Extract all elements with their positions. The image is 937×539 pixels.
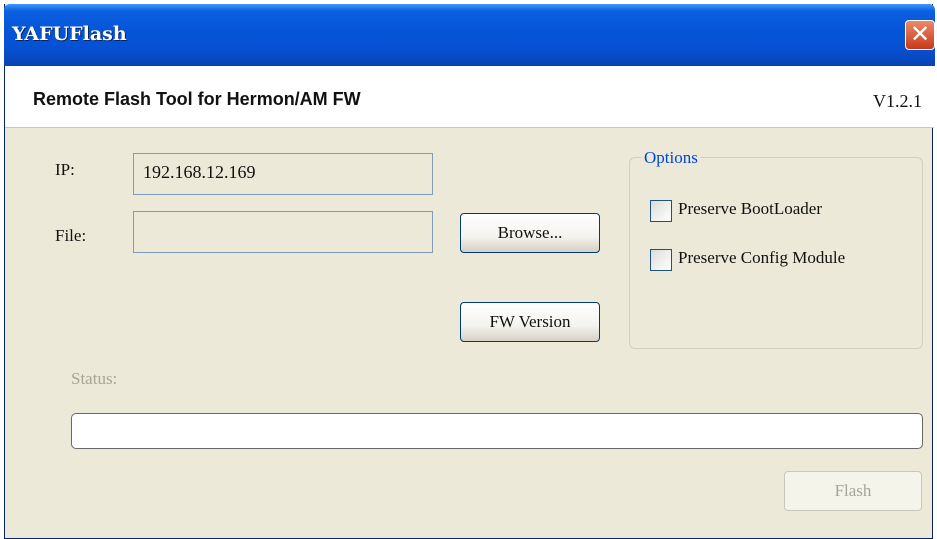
close-icon: ✕ xyxy=(909,20,931,48)
browse-button[interactable]: Browse... xyxy=(460,213,600,253)
progress-bar xyxy=(71,413,923,449)
close-button[interactable]: ✕ xyxy=(905,20,935,50)
window-title: YAFUFlash xyxy=(12,23,127,45)
yafuflash-window: YAFUFlash ✕ Remote Flash Tool for Hermon… xyxy=(4,4,935,539)
version-label: V1.2.1 xyxy=(873,91,922,111)
options-legend: Options xyxy=(642,148,700,168)
file-field[interactable] xyxy=(133,211,433,253)
preserve-bootloader-label[interactable]: Preserve BootLoader xyxy=(678,199,822,219)
status-label: Status: xyxy=(71,369,118,388)
title-bar[interactable]: YAFUFlash ✕ xyxy=(4,4,935,66)
fw-version-button[interactable]: FW Version xyxy=(460,302,600,342)
file-label: File: xyxy=(55,226,87,245)
ip-value: 192.168.12.169 xyxy=(143,162,256,182)
preserve-config-module-checkbox[interactable] xyxy=(650,249,672,271)
preserve-config-module-label[interactable]: Preserve Config Module xyxy=(678,248,845,268)
header-band: Remote Flash Tool for Hermon/AM FW V1.2.… xyxy=(5,66,934,128)
options-groupbox: Options Preserve BootLoader Preserve Con… xyxy=(629,148,923,349)
ip-label: IP: xyxy=(55,160,75,179)
flash-button[interactable]: Flash xyxy=(784,471,922,511)
ip-field[interactable]: 192.168.12.169 xyxy=(133,153,433,195)
preserve-bootloader-checkbox[interactable] xyxy=(650,200,672,222)
tool-subtitle: Remote Flash Tool for Hermon/AM FW xyxy=(33,89,361,109)
